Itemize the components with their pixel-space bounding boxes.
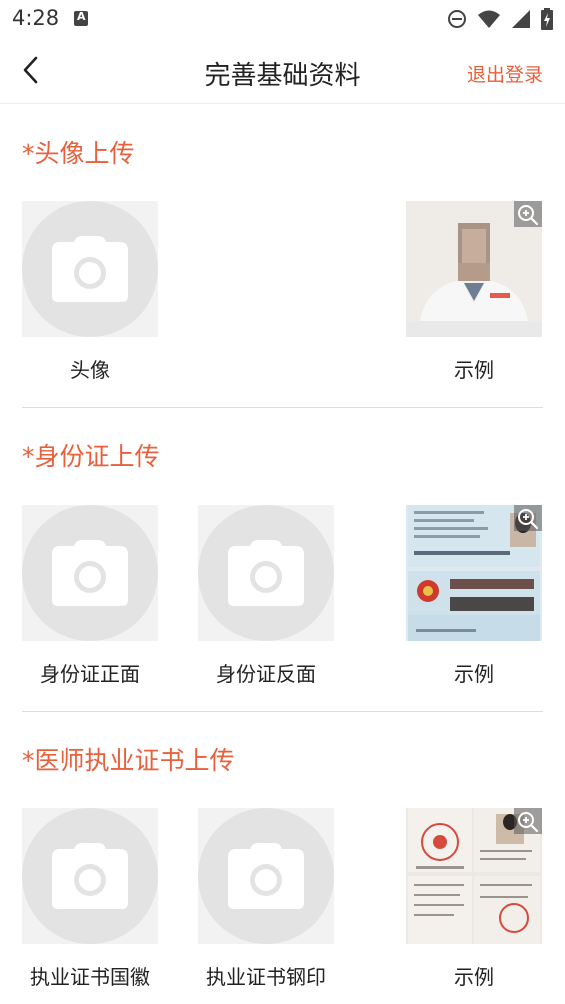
section-title-avatar: *头像上传 bbox=[22, 139, 135, 168]
zoom-in-icon bbox=[518, 509, 539, 530]
zoom-in-icon bbox=[518, 205, 539, 226]
camera-icon bbox=[228, 843, 304, 909]
camera-icon bbox=[52, 236, 128, 302]
zoom-button[interactable] bbox=[514, 201, 542, 227]
id-card-example-label: 示例 bbox=[454, 662, 494, 686]
id-front-label: 身份证正面 bbox=[40, 662, 140, 686]
section-title-id-card: *身份证上传 bbox=[22, 442, 160, 471]
avatar-example-label: 示例 bbox=[454, 358, 494, 382]
battery-charging-icon bbox=[541, 8, 553, 30]
zoom-button[interactable] bbox=[514, 505, 542, 531]
camera-icon bbox=[52, 843, 128, 909]
id-back-label: 身份证反面 bbox=[216, 662, 316, 686]
status-bar: 4:28 bbox=[0, 0, 565, 38]
zoom-in-icon bbox=[518, 812, 539, 833]
avatar-label: 头像 bbox=[70, 358, 110, 382]
avatar-example-image[interactable] bbox=[406, 201, 542, 337]
do-not-disturb-icon bbox=[448, 10, 466, 28]
zoom-button[interactable] bbox=[514, 808, 542, 834]
divider bbox=[22, 407, 543, 408]
avatar-upload-slot[interactable] bbox=[22, 201, 158, 337]
signal-icon bbox=[512, 10, 530, 28]
divider bbox=[22, 711, 543, 712]
wifi-icon bbox=[478, 10, 500, 28]
license-seal-upload-slot[interactable] bbox=[198, 808, 334, 944]
id-back-upload-slot[interactable] bbox=[198, 505, 334, 641]
license-example-image[interactable] bbox=[406, 808, 542, 944]
nav-bar: 完善基础资料 退出登录 bbox=[0, 38, 565, 104]
keyboard-notification-icon bbox=[74, 10, 88, 26]
license-example-label: 示例 bbox=[454, 965, 494, 989]
license-emblem-label: 执业证书国徽 bbox=[30, 965, 150, 989]
section-title-license: *医师执业证书上传 bbox=[22, 746, 235, 775]
camera-icon bbox=[52, 540, 128, 606]
license-emblem-upload-slot[interactable] bbox=[22, 808, 158, 944]
logout-button[interactable]: 退出登录 bbox=[467, 60, 543, 87]
license-seal-label: 执业证书钢印 bbox=[206, 965, 326, 989]
id-card-example-image[interactable] bbox=[406, 505, 542, 641]
status-time: 4:28 bbox=[12, 6, 60, 30]
camera-icon bbox=[228, 540, 304, 606]
id-front-upload-slot[interactable] bbox=[22, 505, 158, 641]
